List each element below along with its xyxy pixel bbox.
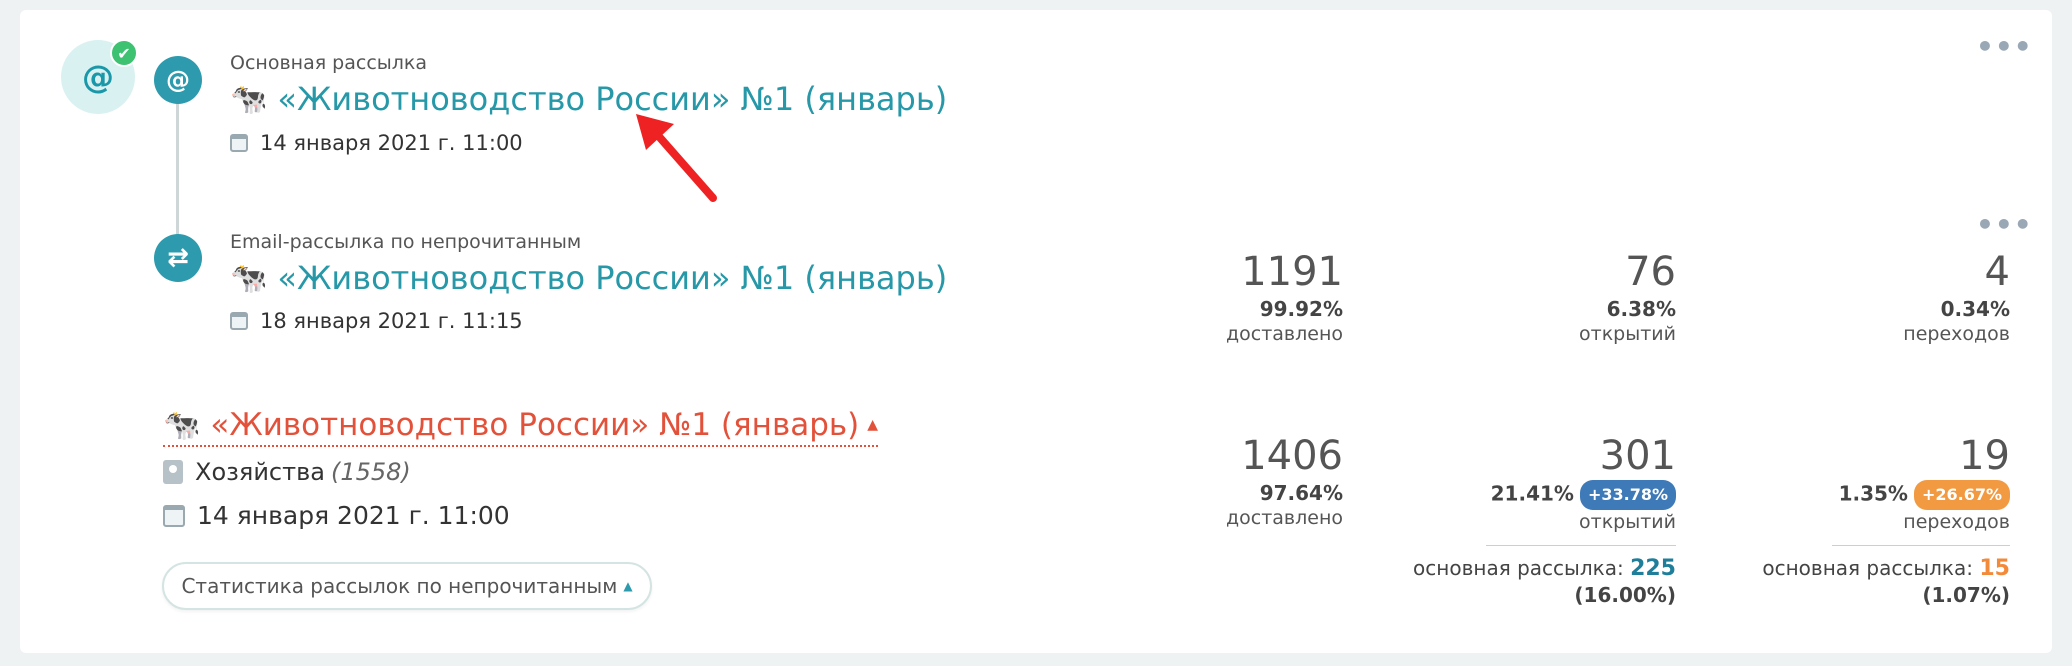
summary-stat-opened: 301 21.41% +33.78% открытий — [1416, 432, 1676, 534]
timeline-line — [176, 102, 179, 242]
growth-badge: +26.67% — [1913, 480, 2010, 510]
main-note-label: основная рассылка: — [1762, 556, 1974, 580]
calendar-icon — [163, 504, 185, 527]
stat-percent: 1.35% — [1838, 481, 1908, 506]
main-note-line: основная рассылка: 15 — [1690, 555, 2010, 582]
repeat-icon: ⇄ — [154, 234, 202, 282]
more-icon[interactable]: ••• — [1976, 208, 2033, 241]
calendar-icon — [230, 312, 248, 330]
audience-count: (1558) — [330, 458, 411, 486]
stat-number: 1191 — [1241, 249, 1343, 295]
stat-percent: 0.34% — [1940, 297, 2010, 321]
more-icon[interactable]: ••• — [1976, 30, 2033, 63]
red-arrow-annotation — [636, 114, 717, 202]
stat-label: открытий — [1579, 511, 1676, 533]
unread-mailing-date: 18 января 2021 г. 11:15 — [230, 309, 523, 333]
stat-percent: 21.41% — [1490, 481, 1574, 506]
stat-label: доставлено — [1226, 323, 1343, 345]
stat-number: 76 — [1625, 249, 1676, 295]
audience-row: Хозяйства (1558) — [163, 458, 411, 486]
campaign-title[interactable]: «Животноводство России» №1 (январь) — [210, 407, 859, 443]
main-note-value: 225 — [1630, 556, 1676, 581]
campaign-date: 14 января 2021 г. 11:00 — [163, 501, 510, 530]
summary-stat-delivered: 1406 97.64% доставлено — [1123, 432, 1343, 530]
stat-percent-row: 1.35% +26.67% — [1750, 480, 2010, 510]
main-note-percent: (1.07%) — [1922, 583, 2010, 607]
cow-icon: 🐄 — [230, 81, 268, 117]
unread-mailing-title-link[interactable]: 🐄 «Животноводство России» №1 (январь) — [230, 259, 947, 297]
campaign-title-toggle[interactable]: 🐄 «Животноводство России» №1 (январь) ▲ — [163, 407, 879, 447]
unread-stats-button[interactable]: Статистика рассылок по непрочитанным ▲ — [162, 562, 652, 610]
at-icon: @ — [154, 56, 202, 104]
main-mailing-opened-note: основная рассылка: 225 (16.00%) — [1356, 555, 1676, 608]
caret-up-icon[interactable]: ▲ — [867, 417, 878, 433]
cow-icon: 🐄 — [230, 260, 268, 296]
summary-stat-clicks: 19 1.35% +26.67% переходов — [1750, 432, 2010, 534]
stat-number: 1406 — [1241, 433, 1343, 479]
unread-mailing-title[interactable]: «Животноводство России» №1 (январь) — [277, 259, 947, 297]
main-note-line: основная рассылка: 225 — [1356, 555, 1676, 582]
unread-mailing-label: Email-рассылка по непрочитанным — [230, 231, 582, 253]
main-mailing-title-link[interactable]: 🐄 «Животноводство России» №1 (январь) — [230, 80, 947, 118]
stat-percent-row: 21.41% +33.78% — [1416, 480, 1676, 510]
stat-label: открытий — [1579, 323, 1676, 345]
stat-percent: 6.38% — [1606, 297, 1676, 321]
caret-up-icon: ▲ — [623, 579, 633, 593]
main-mailing-label: Основная рассылка — [230, 52, 428, 74]
stat-delivered: 1191 99.92% доставлено — [1123, 248, 1343, 346]
stat-percent: 97.64% — [1259, 481, 1343, 505]
main-mailing-date: 14 января 2021 г. 11:00 — [230, 131, 523, 155]
stat-label: переходов — [1903, 511, 2010, 533]
check-icon: ✔ — [110, 39, 138, 67]
campaign-date-text: 14 января 2021 г. 11:00 — [197, 501, 510, 530]
main-mailing-date-text: 14 января 2021 г. 11:00 — [260, 131, 523, 155]
calendar-icon — [230, 134, 248, 152]
growth-badge: +33.78% — [1579, 480, 1676, 510]
audience-name: Хозяйства — [195, 458, 325, 486]
cow-icon: 🐄 — [163, 407, 201, 443]
main-mailing-title[interactable]: «Животноводство России» №1 (январь) — [277, 80, 947, 118]
main-mailing-clicks-note: основная рассылка: 15 (1.07%) — [1690, 555, 2010, 608]
main-note-value: 15 — [1979, 556, 2010, 581]
main-note-percent: (16.00%) — [1574, 583, 1676, 607]
unread-stats-button-label: Статистика рассылок по непрочитанным — [181, 574, 618, 598]
stat-number: 4 — [1984, 249, 2010, 295]
unread-mailing-date-text: 18 января 2021 г. 11:15 — [260, 309, 523, 333]
contact-book-icon — [163, 460, 183, 484]
stat-number: 19 — [1959, 433, 2010, 479]
stat-number: 301 — [1599, 433, 1676, 479]
stat-opened: 76 6.38% открытий — [1456, 248, 1676, 346]
main-note-label: основная рассылка: — [1413, 556, 1624, 580]
stat-label: переходов — [1903, 323, 2010, 345]
stat-clicks: 4 0.34% переходов — [1790, 248, 2010, 346]
divider — [1486, 545, 1676, 546]
divider — [1832, 545, 2010, 546]
stat-percent: 99.92% — [1259, 297, 1343, 321]
stat-label: доставлено — [1226, 507, 1343, 529]
